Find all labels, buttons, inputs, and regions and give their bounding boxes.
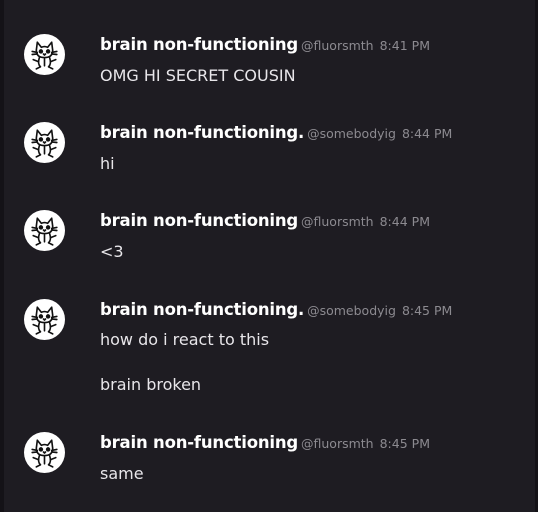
message-text: OMG HI SECRET COUSIN [100,66,296,85]
cat-doodle-icon [31,217,58,246]
cat-doodle-icon [31,306,58,335]
message-header: brain non-functioning @fluorsmth 8:44 PM [100,210,430,232]
user-handle[interactable]: @fluorsmth [301,214,374,229]
cat-doodle-icon [31,129,58,158]
avatar[interactable] [24,34,65,75]
message-text: <3 [100,242,124,261]
avatar[interactable] [24,122,65,163]
message-header: brain non-functioning. @somebodyig 8:45 PM [100,299,452,321]
username[interactable]: brain non-functioning [100,35,298,54]
timestamp: 8:45 PM [401,303,453,318]
user-handle[interactable]: @fluorsmth [301,38,374,53]
message-text: brain broken [100,375,202,394]
user-handle[interactable]: @fluorsmth [301,436,374,451]
avatar[interactable] [24,210,65,251]
message-text: how do i react to this [100,330,270,349]
timestamp: 8:41 PM [379,38,430,53]
left-border [0,0,4,512]
timestamp: 8:44 PM [401,126,453,141]
message-text: same [100,464,144,483]
user-handle[interactable]: @somebodyig [307,303,396,318]
avatar[interactable] [24,299,65,340]
username[interactable]: brain non-functioning. [100,300,304,319]
username[interactable]: brain non-functioning. [100,123,304,142]
user-handle[interactable]: @somebodyig [307,126,396,141]
message-header: brain non-functioning. @somebodyig 8:44 PM [100,122,452,144]
timestamp: 8:44 PM [379,214,430,229]
timestamp: 8:45 PM [379,436,430,451]
username[interactable]: brain non-functioning [100,211,298,230]
username[interactable]: brain non-functioning [100,433,298,452]
cat-doodle-icon [31,41,58,70]
message-header: brain non-functioning @fluorsmth 8:41 PM [100,34,430,56]
message-header: brain non-functioning @fluorsmth 8:45 PM [100,432,430,454]
avatar[interactable] [24,432,65,473]
cat-doodle-icon [31,439,58,468]
message-text: hi [100,154,115,173]
